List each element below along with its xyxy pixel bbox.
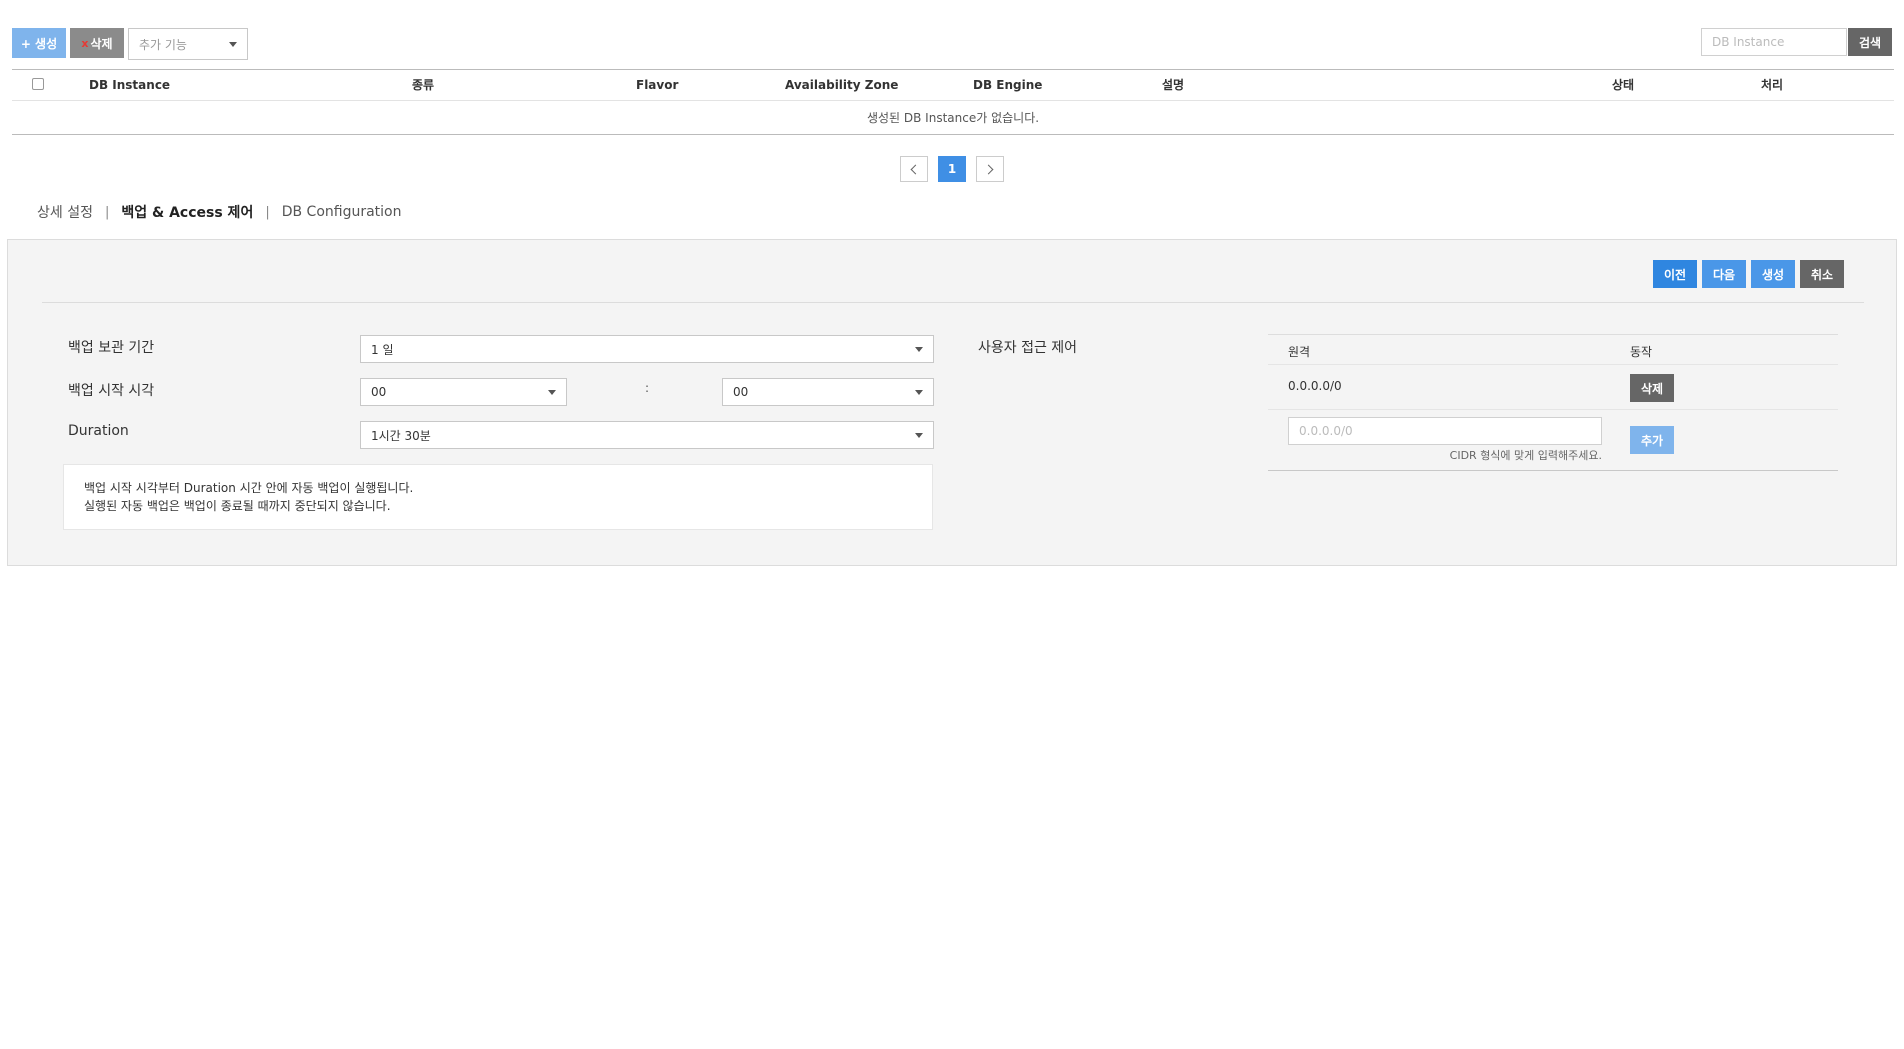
duration-value: 1시간 30분 (371, 428, 431, 443)
backup-start-hour-value: 00 (371, 385, 387, 399)
cidr-hint: CIDR 형식에 맞게 입력해주세요. (1449, 449, 1602, 462)
backup-access-panel: 이전 다음 생성 취소 백업 보관 기간 1 일 백업 시작 시각 00 : 0… (7, 239, 1897, 566)
column-remote: 원격 (1288, 345, 1311, 359)
empty-message: 생성된 DB Instance가 없습니다. (12, 101, 1894, 135)
column-db-engine[interactable]: DB Engine (973, 70, 1042, 101)
backup-start-hour-select[interactable]: 00 (360, 378, 567, 406)
chevron-left-icon (910, 164, 921, 174)
duration-label: Duration (68, 423, 129, 439)
column-availability-zone[interactable]: Availability Zone (785, 70, 898, 101)
extra-actions-select[interactable]: 추가 기능 (128, 28, 248, 60)
backup-retention-label: 백업 보관 기간 (68, 340, 155, 356)
panel-actions: 이전 다음 생성 취소 (1653, 260, 1844, 288)
tab-backup-access[interactable]: 백업 & Access 제어 (121, 202, 253, 222)
select-all-checkbox[interactable] (32, 78, 44, 90)
divider (42, 302, 1864, 303)
access-table-header: 원격 동작 (1268, 334, 1838, 364)
note-line-1: 백업 시작 시각부터 Duration 시간 안에 자동 백업이 실행됩니다. (84, 481, 414, 495)
backup-start-label: 백업 시작 시각 (68, 383, 155, 399)
toolbar: + 생성 x 삭제 추가 기능 DB Instance 검색 (12, 28, 1894, 60)
search-input[interactable]: DB Instance (1701, 28, 1847, 56)
next-page-button[interactable] (976, 156, 1004, 182)
create-button[interactable]: + 생성 (12, 28, 66, 58)
chevron-down-icon (915, 390, 923, 395)
search-input-placeholder: DB Instance (1712, 35, 1785, 49)
cidr-value: 0.0.0.0/0 (1288, 379, 1342, 393)
backup-start-minute-value: 00 (733, 385, 749, 399)
column-description[interactable]: 설명 (1162, 70, 1184, 101)
chevron-down-icon (229, 42, 237, 47)
prev-button[interactable]: 이전 (1653, 260, 1697, 288)
chevron-down-icon (548, 390, 556, 395)
delete-cidr-button[interactable]: 삭제 (1630, 374, 1674, 402)
page-number-1[interactable]: 1 (938, 156, 966, 182)
close-icon: x (81, 36, 89, 50)
chevron-down-icon (915, 433, 923, 438)
prev-page-button[interactable] (900, 156, 928, 182)
duration-select[interactable]: 1시간 30분 (360, 421, 934, 449)
cancel-button[interactable]: 취소 (1800, 260, 1844, 288)
chevron-right-icon (983, 164, 994, 174)
backup-start-minute-select[interactable]: 00 (722, 378, 934, 406)
column-action: 동작 (1630, 345, 1653, 359)
backup-retention-select[interactable]: 1 일 (360, 335, 934, 363)
table-header: DB Instance 종류 Flavor Availability Zone … (12, 69, 1894, 101)
column-status[interactable]: 상태 (1612, 70, 1634, 101)
next-button[interactable]: 다음 (1702, 260, 1746, 288)
access-control-table: 원격 동작 0.0.0.0/0 삭제 0.0.0.0/0 추가 CIDR 형식에… (1268, 334, 1838, 471)
table-row: 0.0.0.0/0 삭제 (1268, 364, 1838, 409)
delete-button-label: 삭제 (90, 36, 113, 51)
access-control-label: 사용자 접근 제어 (978, 340, 1078, 356)
tab-separator: | (265, 204, 270, 220)
add-cidr-row: 0.0.0.0/0 추가 CIDR 형식에 맞게 입력해주세요. (1268, 409, 1838, 471)
db-instance-table: DB Instance 종류 Flavor Availability Zone … (12, 69, 1894, 135)
chevron-down-icon (915, 347, 923, 352)
add-cidr-button[interactable]: 추가 (1630, 426, 1674, 454)
tab-db-configuration[interactable]: DB Configuration (282, 204, 402, 220)
column-process[interactable]: 처리 (1761, 70, 1783, 101)
note-line-2: 실행된 자동 백업은 백업이 종료될 때까지 중단되지 않습니다. (84, 499, 391, 513)
search-button[interactable]: 검색 (1848, 28, 1892, 56)
tab-separator: | (104, 204, 110, 220)
cidr-input-placeholder: 0.0.0.0/0 (1299, 424, 1353, 438)
backup-info-note: 백업 시작 시각부터 Duration 시간 안에 자동 백업이 실행됩니다. … (63, 464, 933, 530)
cidr-input[interactable]: 0.0.0.0/0 (1288, 417, 1602, 445)
tab-detail-settings[interactable]: 상세 설정 (37, 202, 93, 222)
delete-button[interactable]: x 삭제 (70, 28, 124, 58)
backup-retention-value: 1 일 (371, 342, 394, 357)
column-flavor[interactable]: Flavor (636, 70, 678, 101)
column-type[interactable]: 종류 (412, 70, 434, 101)
create-instance-button[interactable]: 생성 (1751, 260, 1795, 288)
time-colon: : (645, 381, 650, 395)
extra-actions-placeholder: 추가 기능 (139, 37, 187, 52)
column-db-instance[interactable]: DB Instance (89, 70, 170, 101)
settings-tabs: 상세 설정 | 백업 & Access 제어 | DB Configuratio… (37, 202, 402, 222)
